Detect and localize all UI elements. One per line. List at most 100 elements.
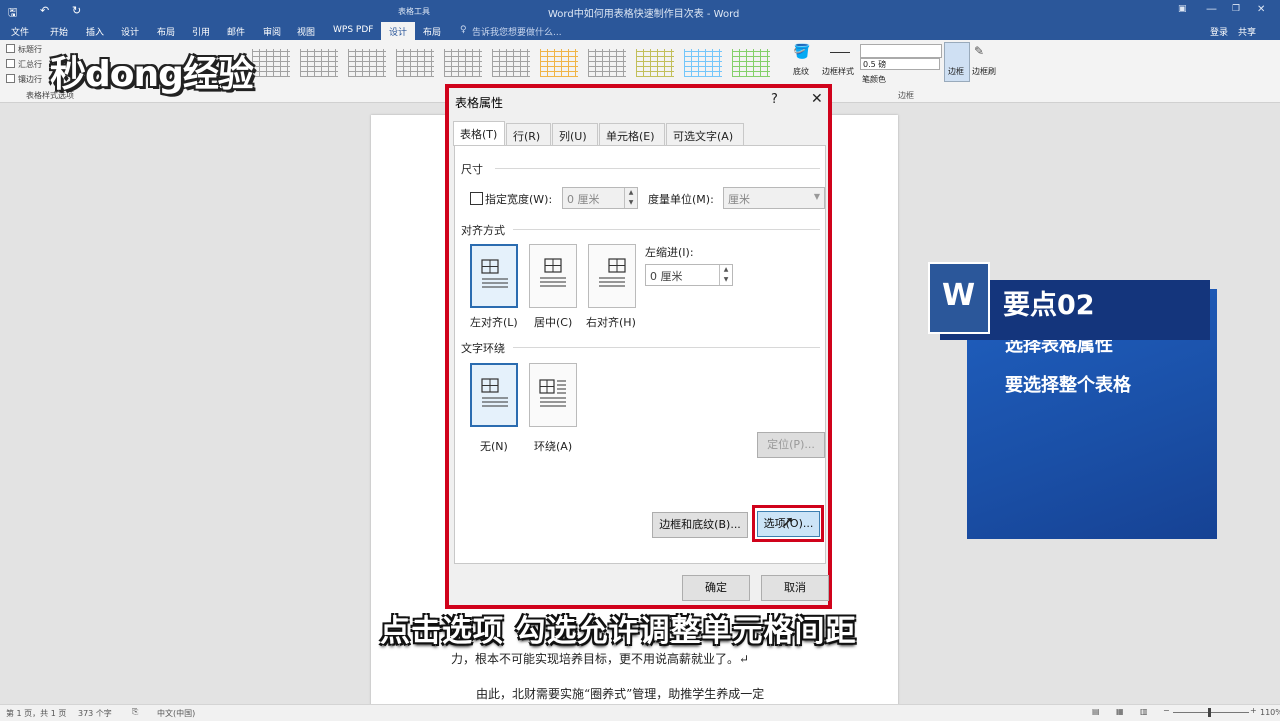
align-center-option[interactable] [529,244,577,308]
watermark-logo: 秒dong经验 [50,54,254,95]
table-style-thumb[interactable] [300,49,338,77]
divider [513,347,820,348]
align-left-label: 左对齐(L) [470,316,518,329]
cancel-button[interactable]: 取消 [761,575,829,601]
indent-field[interactable]: 0 厘米 ▲ ▼ [645,264,733,286]
alignment-section-heading: 对齐方式 [461,224,505,237]
table-style-thumb[interactable] [492,49,530,77]
tab-review[interactable]: 审阅 [263,25,281,38]
web-layout-icon[interactable]: ▥ [1140,707,1148,716]
save-icon[interactable]: 🖫 [8,4,17,23]
tab-home[interactable]: 开始 [50,25,68,38]
tab-references[interactable]: 引用 [192,25,210,38]
language-indicator[interactable]: 中文(中国) [157,708,195,719]
card-title: 要点02 [1003,290,1095,321]
status-bar: 第 1 页，共 1 页 373 个字 ⎘ 中文(中国) ▤ ▦ ▥ − + 11… [0,704,1280,721]
shading-icon[interactable]: 🪣 [793,44,810,60]
table-style-thumb[interactable] [684,49,722,77]
pen-color-button[interactable]: 笔颜色 [862,74,886,85]
tab-insert[interactable]: 插入 [86,25,104,38]
wrap-around-label: 环绕(A) [534,440,573,453]
print-layout-icon[interactable]: ▦ [1116,707,1124,716]
table-style-thumb[interactable] [540,49,578,77]
undo-icon[interactable]: ↶ [40,4,49,17]
indent-label: 左缩进(I): [645,246,694,259]
tell-me-box[interactable]: 告诉我您想要做什么... [472,25,562,38]
spin-arrows-icon[interactable]: ▲ ▼ [624,188,637,208]
zoom-in-icon[interactable]: + [1250,706,1257,715]
ribbon-display-icon[interactable]: ▣ [1178,4,1187,14]
line-style-select[interactable] [860,44,942,58]
tab-wps-pdf[interactable]: WPS PDF [333,25,373,35]
borders-shading-button[interactable]: 边框和底纹(B)... [652,512,748,538]
login-link[interactable]: 登录 [1210,25,1228,38]
redo-icon[interactable]: ↻ [72,4,81,17]
align-left-option[interactable] [470,244,518,308]
zoom-level[interactable]: 110% [1260,708,1280,717]
tab-column[interactable]: 列(U) [552,123,598,145]
zoom-slider[interactable] [1173,712,1249,713]
border-painter-label[interactable]: 边框刷 [972,66,996,77]
read-mode-icon[interactable]: ▤ [1092,707,1100,716]
tab-row[interactable]: 行(R) [506,123,551,145]
preferred-width-label: 指定宽度(W): [485,193,553,206]
preferred-width-value: 0 厘米 [567,193,600,206]
tab-alt-text[interactable]: 可选文字(A) [666,123,744,145]
ok-button[interactable]: 确定 [682,575,750,601]
align-right-icon [599,258,626,287]
preferred-width-checkbox[interactable] [470,192,483,205]
mouse-cursor-icon: ➚ [781,512,795,531]
table-style-thumb[interactable] [252,49,290,77]
proofing-icon[interactable]: ⎘ [132,707,138,717]
preferred-width-field[interactable]: 0 厘米 ▲ ▼ [562,187,638,209]
table-style-thumb[interactable] [348,49,386,77]
help-button[interactable]: ? [771,92,778,107]
table-style-thumb[interactable] [732,49,770,77]
table-style-thumb[interactable] [396,49,434,77]
tab-design[interactable]: 设计 [121,25,139,38]
wrapping-section-heading: 文字环绕 [461,342,505,355]
share-button[interactable]: 共享 [1238,25,1256,38]
tab-table-design[interactable]: 设计 [381,22,416,40]
measure-in-select[interactable]: 厘米 ▼ [723,187,825,209]
spin-arrows-icon[interactable]: ▲ ▼ [719,265,732,285]
table-style-thumb[interactable] [588,49,626,77]
zoom-slider-thumb[interactable] [1208,708,1211,717]
align-center-label: 居中(C) [534,316,573,329]
word-icon: W [928,262,990,334]
search-icon: ♀ [460,25,467,35]
total-row-label: 汇总行 [18,60,42,69]
window-close-icon[interactable]: ✕ [1257,4,1265,15]
banded-rows-option[interactable]: 镶边行 [6,74,42,85]
positioning-button[interactable]: 定位(P)... [757,432,825,458]
wrap-around-option[interactable] [529,363,577,427]
pen-weight-select[interactable]: 0.5 磅 [860,58,940,70]
tab-view[interactable]: 视图 [297,25,315,38]
measure-in-label: 度量单位(M): [648,193,714,206]
total-row-option[interactable]: 汇总行 [6,59,42,70]
tab-file[interactable]: 文件 [11,25,29,38]
border-painter-icon[interactable]: ✎ [974,44,984,58]
close-icon[interactable]: ✕ [811,91,823,107]
header-row-option[interactable]: 标题行 [6,44,42,55]
tab-layout[interactable]: 布局 [157,25,175,38]
wrap-none-option[interactable] [470,363,518,427]
tab-table[interactable]: 表格(T) [453,121,505,146]
page-count[interactable]: 第 1 页，共 1 页 [6,708,66,719]
align-right-label: 右对齐(H) [586,316,636,329]
tab-cell[interactable]: 单元格(E) [599,123,665,145]
banded-rows-label: 镶边行 [18,75,42,84]
tab-table-layout[interactable]: 布局 [423,25,441,38]
wrap-around-icon [539,379,566,407]
tab-mailings[interactable]: 邮件 [227,25,245,38]
align-right-option[interactable] [588,244,636,308]
minimize-icon[interactable]: — [1206,2,1217,15]
document-line: 由此，北财需要实施“圈养式”管理，助推学生养成一定 [476,687,765,701]
table-style-thumb[interactable] [636,49,674,77]
border-styles-button[interactable]: 边框样式 [822,66,854,77]
maximize-icon[interactable]: ❐ [1232,4,1240,14]
zoom-out-icon[interactable]: − [1163,706,1170,715]
word-count[interactable]: 373 个字 [78,708,112,719]
shading-label[interactable]: 底纹 [793,66,809,77]
table-style-thumb[interactable] [444,49,482,77]
